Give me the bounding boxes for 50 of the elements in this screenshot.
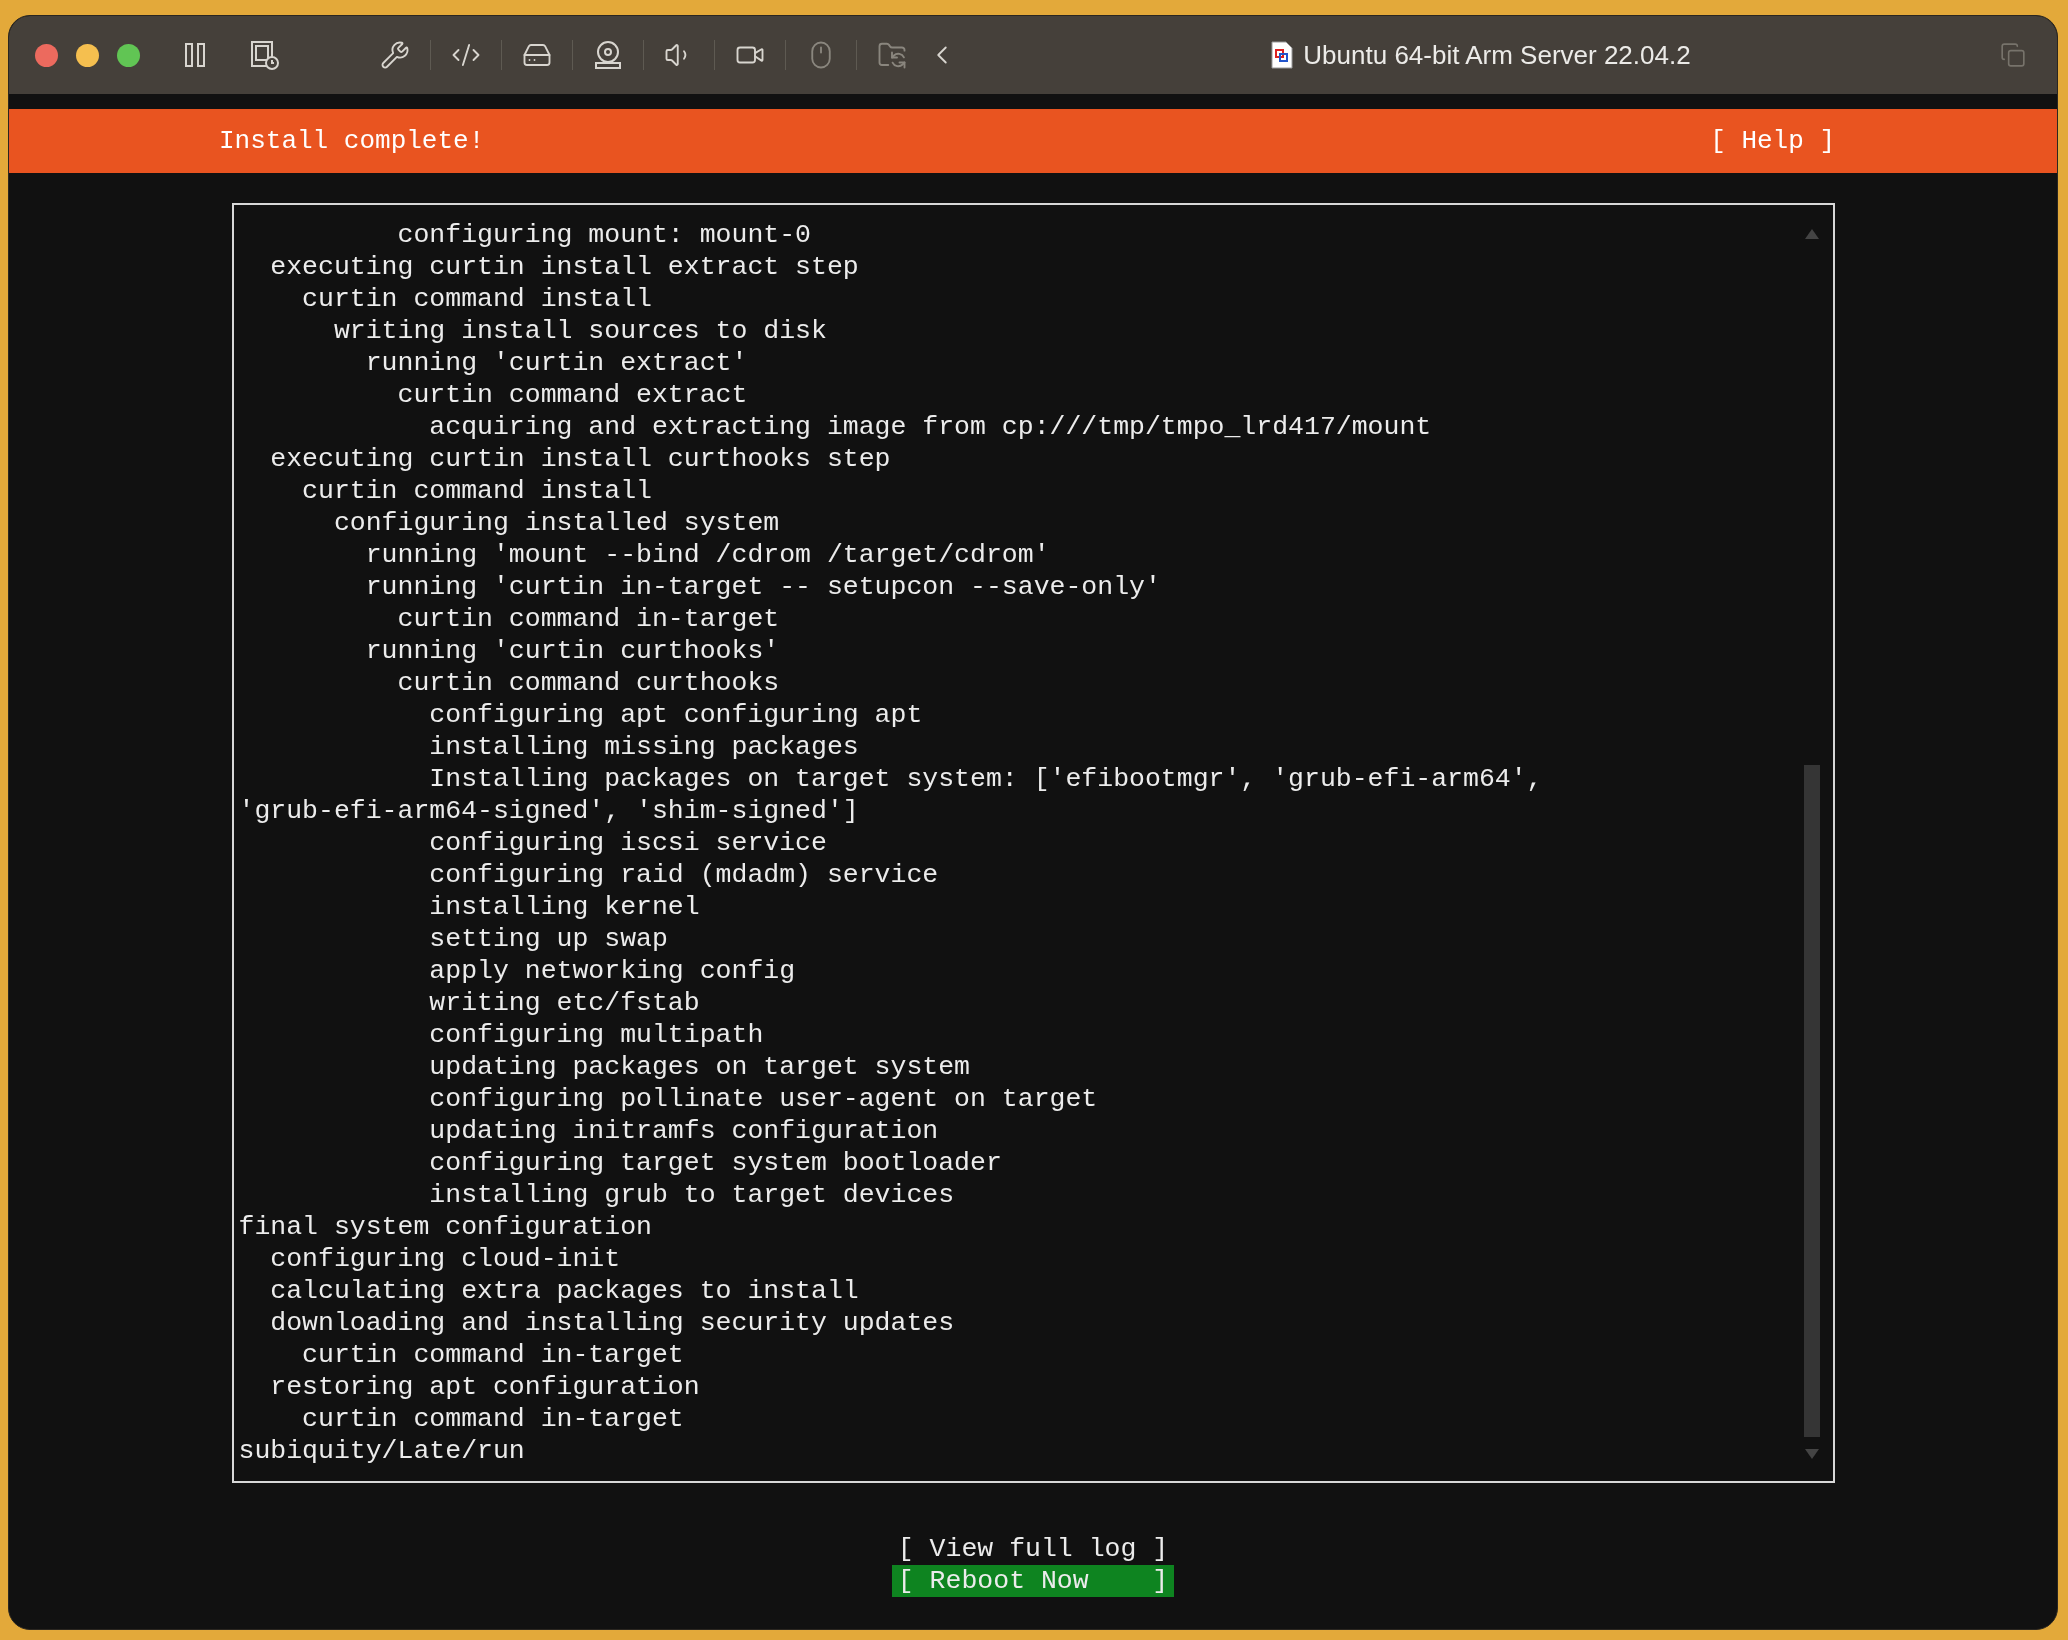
- log-line: configuring iscsi service: [428, 827, 827, 859]
- log-line: curtin command extract: [396, 379, 748, 411]
- document-icon: [1271, 41, 1294, 69]
- log-line: configuring installed system: [332, 507, 780, 539]
- minimize-button[interactable]: [76, 43, 99, 67]
- log-line: 'grub-efi-arm64-signed', 'shim-signed']: [238, 795, 859, 827]
- log-line: running 'curtin extract': [364, 347, 748, 379]
- log-line: curtin command curthooks: [396, 667, 780, 699]
- window-title: Ubuntu 64-bit Arm Server 22.04.2: [1303, 38, 1691, 72]
- scroll-up-icon: [1804, 229, 1819, 239]
- log-line: installing grub to target devices: [428, 1179, 955, 1211]
- log-line: updating initramfs configuration: [428, 1115, 939, 1147]
- log-line: updating packages on target system: [428, 1051, 971, 1083]
- log-line: executing curtin install extract step: [269, 251, 859, 283]
- log-line: setting up swap: [428, 923, 668, 955]
- log-line: final system configuration: [238, 1211, 652, 1243]
- scroll-down-icon: [1804, 1449, 1819, 1459]
- help-button[interactable]: [ Help ]: [1710, 121, 1835, 161]
- log-line: installing missing packages: [428, 731, 859, 763]
- header-title: Install complete!: [219, 124, 485, 158]
- log-line: installing kernel: [428, 891, 700, 923]
- log-line: configuring target system bootloader: [428, 1147, 1002, 1179]
- log-line: curtin command install: [301, 283, 652, 315]
- log-line: running 'mount --bind /cdrom /target/cdrom': [364, 539, 1050, 571]
- log-line: configuring multipath: [428, 1019, 764, 1051]
- log-line: downloading and installing security updates: [269, 1307, 955, 1339]
- terminal-button[interactable]: [ View full log ]: [891, 1533, 1175, 1565]
- log-line: apply networking config: [428, 955, 796, 987]
- log-line: writing install sources to disk: [332, 315, 827, 347]
- log-line: calculating extra packages to install: [269, 1275, 859, 1307]
- log-line: curtin command in-target: [396, 603, 780, 635]
- log-line: subiquity/Late/run: [238, 1435, 525, 1467]
- terminal-button[interactable]: [ Reboot Now ]: [891, 1565, 1175, 1597]
- log-line: configuring pollinate user-agent on target: [428, 1083, 1098, 1115]
- log-line: configuring mount: mount-0: [396, 219, 811, 251]
- log-line: curtin command install: [301, 475, 652, 507]
- log-line: configuring raid (mdadm) service: [428, 859, 939, 891]
- log-line: configuring cloud-init: [269, 1243, 621, 1275]
- maximize-button[interactable]: [117, 43, 140, 67]
- log-line: curtin command in-target: [301, 1339, 684, 1371]
- log-line: Installing packages on target system: ['efibootmgr', 'grub-efi-arm64',: [428, 763, 1543, 795]
- log-line: running 'curtin in-target -- setupcon --save-only': [364, 571, 1161, 603]
- log-line: executing curtin install curthooks step: [269, 443, 891, 475]
- log-line: acquiring and extracting image from cp:///tmp/tmpo_lrd417/mount: [428, 411, 1432, 443]
- close-button[interactable]: [35, 43, 58, 67]
- log-line: configuring apt configuring apt: [428, 699, 923, 731]
- log-line: restoring apt configuration: [269, 1371, 700, 1403]
- log-line: curtin command in-target: [301, 1403, 684, 1435]
- log-line: running 'curtin curthooks': [364, 635, 780, 667]
- log-line: writing etc/fstab: [428, 987, 700, 1019]
